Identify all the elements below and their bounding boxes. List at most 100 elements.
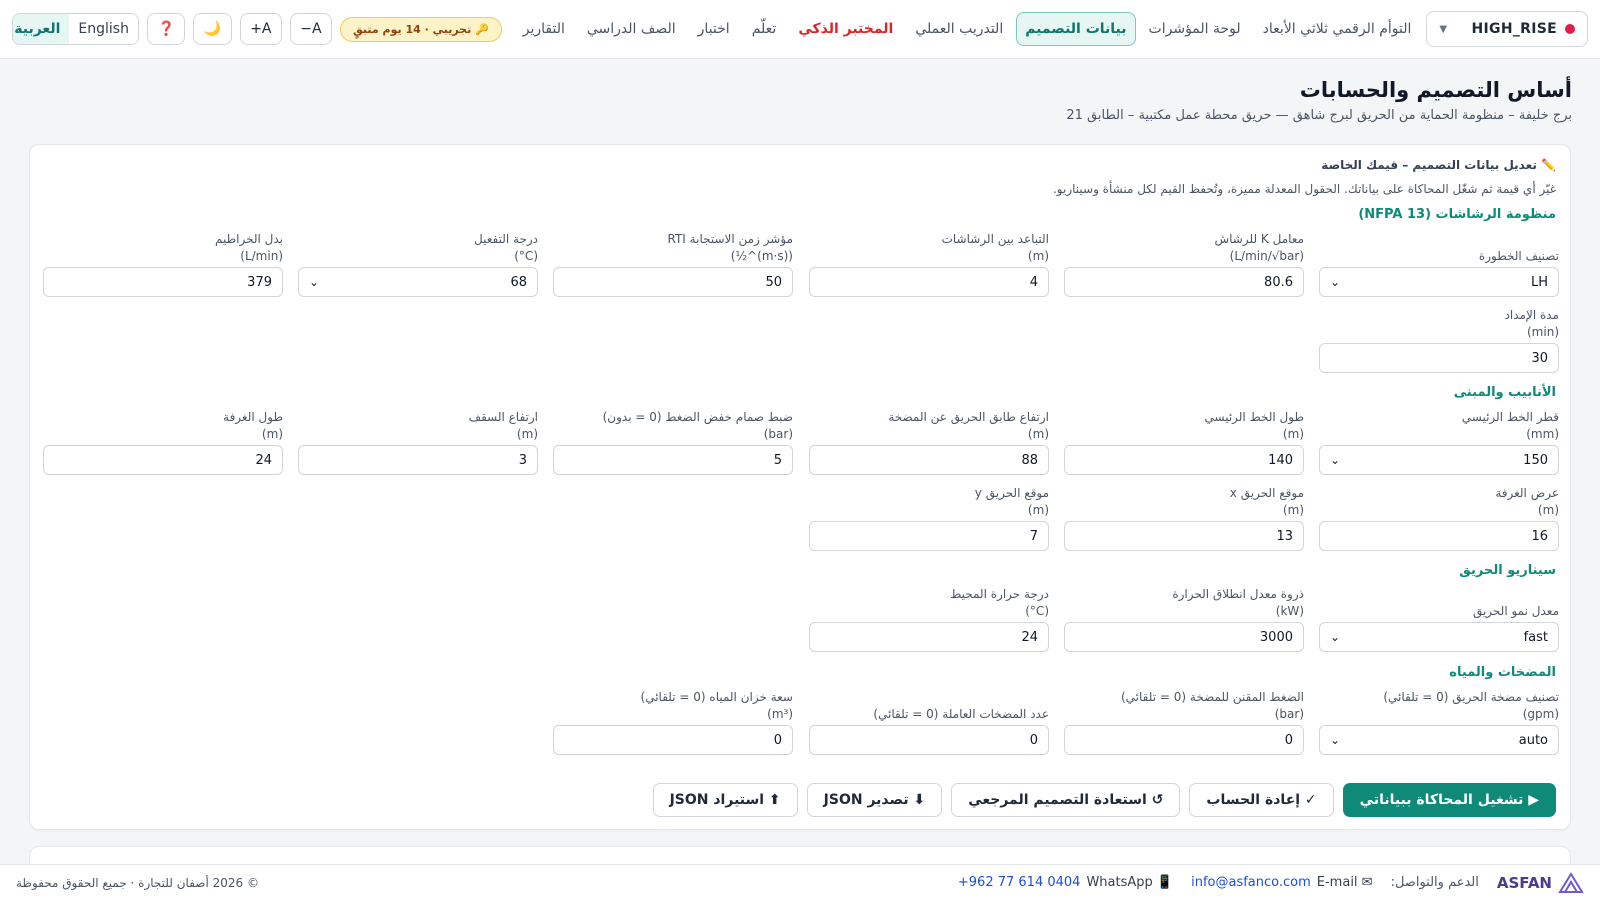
section-title-scenario: سيناريو الحريق — [1459, 563, 1556, 578]
field-unit: (m) — [1537, 503, 1559, 517]
field-floor-height: ارتفاع طابق الحريق عن المضخة (m) 88 — [809, 409, 1049, 475]
chevron-down-icon: ⌄ — [1330, 453, 1341, 467]
recalculate-button[interactable]: ✓ إعادة الحساب — [1189, 783, 1334, 817]
field-label: قطر الخط الرئيسي — [1461, 410, 1559, 424]
project-name: HIGH_RISE — [1471, 21, 1557, 37]
section-title-sprinklers: منظومة الرشاشات (NFPA 13) — [1358, 207, 1556, 222]
font-decrease-button[interactable]: A− — [289, 13, 332, 45]
growth-rate-select[interactable]: fast ⌄ — [1319, 622, 1559, 652]
field-label: تصنيف مضخة الحريق (0 = تلقائي) — [1383, 690, 1559, 704]
field-label: ارتفاع طابق الحريق عن المضخة — [888, 410, 1049, 424]
field-hazard: تصنيف الخطورة LH ⌄ — [1319, 231, 1559, 297]
nav-practical-training[interactable]: التدريب العملي — [906, 12, 1012, 46]
room-width-input[interactable]: 16 — [1319, 521, 1559, 551]
font-increase-button[interactable]: A+ — [239, 13, 282, 45]
trial-badge: 🔑 تجريبي · 14 يوم متبقٍ — [339, 16, 502, 42]
duty-pumps-input[interactable]: 0 — [809, 725, 1049, 755]
nav-classroom[interactable]: الصف الدراسي — [578, 12, 685, 46]
brand-name: ASFAN — [1496, 873, 1552, 892]
field-pump-rating: تصنيف مضخة الحريق (0 = تلقائي) (gpm) aut… — [1319, 689, 1559, 755]
rti-input[interactable]: 50 — [553, 267, 793, 297]
nav-design-data[interactable]: بيانات التصميم — [1016, 12, 1136, 46]
field-ceiling-height: ارتفاع السقف (m) 3 — [298, 409, 538, 475]
section-title-piping: الأنابيب والمبنى — [1453, 385, 1556, 400]
ceiling-height-input[interactable]: 3 — [298, 445, 538, 475]
import-json-button[interactable]: ⬆ استيراد JSON — [652, 783, 798, 817]
brand: ASFAN — [1496, 871, 1584, 894]
card-title: ✏️ تعديل بيانات التصميم – قيمك الخاصة — [1321, 158, 1556, 172]
page-subtitle: برج خليفة – منظومة الحماية من الحريق لبر… — [1066, 108, 1572, 123]
main-diameter-select[interactable]: 150 ⌄ — [1319, 445, 1559, 475]
field-unit: (m) — [516, 427, 538, 441]
nav-dashboard[interactable]: لوحة المؤشرات — [1140, 12, 1250, 46]
tank-capacity-input[interactable]: 0 — [553, 725, 793, 755]
copyright: © 2026 أصفان للتجارة · جميع الحقوق محفوظ… — [16, 875, 259, 890]
dark-mode-toggle[interactable]: 🌙 — [193, 13, 232, 45]
email-link[interactable]: info@asfanco.com — [1191, 875, 1311, 890]
export-json-button[interactable]: ⬇ تصدير JSON — [806, 783, 943, 817]
field-unit: (L/min/√bar) — [1229, 249, 1304, 263]
project-selector[interactable]: HIGH_RISE ▼ — [1426, 11, 1588, 47]
nav-learn[interactable]: تعلّم — [743, 12, 786, 46]
field-value: auto — [1518, 732, 1548, 748]
ambient-temp-input[interactable]: 24 — [809, 622, 1049, 652]
spacing-input[interactable]: 4 — [809, 267, 1049, 297]
pump-pressure-input[interactable]: 0 — [1064, 725, 1304, 755]
field-room-width: عرض الغرفة (m) 16 — [1319, 485, 1559, 551]
asfan-logo-icon — [1558, 871, 1584, 893]
field-k-factor: معامل K للرشاش (L/min/√bar) 80.6 — [1064, 231, 1304, 297]
field-value: 150 — [1523, 452, 1548, 468]
lang-english-button[interactable]: English — [69, 14, 138, 44]
field-unit: (m) — [1027, 503, 1049, 517]
chevron-down-icon: ⌄ — [1330, 630, 1341, 644]
top-bar: HIGH_RISE ▼ التوأم الرقمي ثلاثي الأبعاد … — [0, 0, 1600, 59]
field-unit: ((m·s)^½) — [730, 249, 793, 263]
fire-x-input[interactable]: 13 — [1064, 521, 1304, 551]
field-unit: (kW) — [1275, 604, 1304, 618]
supply-duration-input[interactable]: 30 — [1319, 343, 1559, 373]
hose-allowance-input[interactable]: 379 — [43, 267, 283, 297]
field-growth-rate: معدل نمو الحريق fast ⌄ — [1319, 586, 1559, 652]
help-button[interactable]: ❓ — [146, 13, 186, 45]
email-contact: ✉ E-mail info@asfanco.com — [1191, 875, 1372, 890]
field-unit: عدد المضخات العاملة (0 = تلقائي) — [873, 707, 1049, 721]
restore-reference-button[interactable]: ↺ استعادة التصميم المرجعي — [951, 783, 1181, 817]
status-dot-icon — [1565, 24, 1575, 34]
card-description: غيّر أي قيمة ثم شغّل المحاكاة على بيانات… — [1052, 182, 1556, 196]
field-supply-duration: مدة الإمداد (min) 30 — [1319, 307, 1559, 373]
field-duty-pumps: عدد المضخات العاملة (0 = تلقائي) 0 — [809, 689, 1049, 755]
nav-quiz[interactable]: اختبار — [689, 12, 739, 46]
whatsapp-link[interactable]: +962 77 614 0404 — [958, 875, 1081, 890]
field-spacing: التباعد بين الرشاشات (m) 4 — [809, 231, 1049, 297]
field-value: LH — [1530, 274, 1548, 290]
main-length-input[interactable]: 140 — [1064, 445, 1304, 475]
field-unit: (bar) — [763, 427, 793, 441]
fire-y-input[interactable]: 7 — [809, 521, 1049, 551]
field-unit: (m) — [1027, 249, 1049, 263]
pump-rating-select[interactable]: auto ⌄ — [1319, 725, 1559, 755]
nav-reports[interactable]: التقارير — [514, 12, 574, 46]
field-label: معدل نمو الحريق — [1472, 604, 1559, 618]
run-simulation-button[interactable]: ▶ تشغيل المحاكاة ببياناتي — [1342, 783, 1556, 817]
field-unit: (m) — [1027, 427, 1049, 441]
action-bar: ▶ تشغيل المحاكاة ببياناتي ✓ إعادة الحساب… — [652, 783, 1556, 817]
prv-setting-input[interactable]: 5 — [553, 445, 793, 475]
field-label: طول الغرفة — [223, 410, 283, 424]
peak-hrr-input[interactable]: 3000 — [1064, 622, 1304, 652]
lang-arabic-button[interactable]: العربية — [12, 14, 70, 44]
chevron-down-icon: ▼ — [1439, 23, 1448, 35]
page-header: أساس التصميم والحسابات برج خليفة – منظوم… — [1066, 78, 1572, 123]
hazard-select[interactable]: LH ⌄ — [1319, 267, 1559, 297]
nav-smart-lab[interactable]: المختبر الذكي — [789, 12, 902, 46]
floor-height-input[interactable]: 88 — [809, 445, 1049, 475]
nav-digital-twin[interactable]: التوأم الرقمي ثلاثي الأبعاد — [1254, 12, 1421, 46]
field-label: مؤشر زمن الاستجابة RTI — [667, 232, 793, 246]
room-length-input[interactable]: 24 — [43, 445, 283, 475]
field-label: درجة حرارة المحيط — [950, 587, 1049, 601]
main-nav: التوأم الرقمي ثلاثي الأبعاد لوحة المؤشرا… — [514, 12, 1421, 46]
activation-temp-select[interactable]: 68 ⌄ — [298, 267, 538, 297]
field-unit: (m³) — [767, 707, 793, 721]
field-main-length: طول الخط الرئيسي (m) 140 — [1064, 409, 1304, 475]
field-fire-y: موقع الحريق y (m) 7 — [809, 485, 1049, 551]
k-factor-input[interactable]: 80.6 — [1064, 267, 1304, 297]
